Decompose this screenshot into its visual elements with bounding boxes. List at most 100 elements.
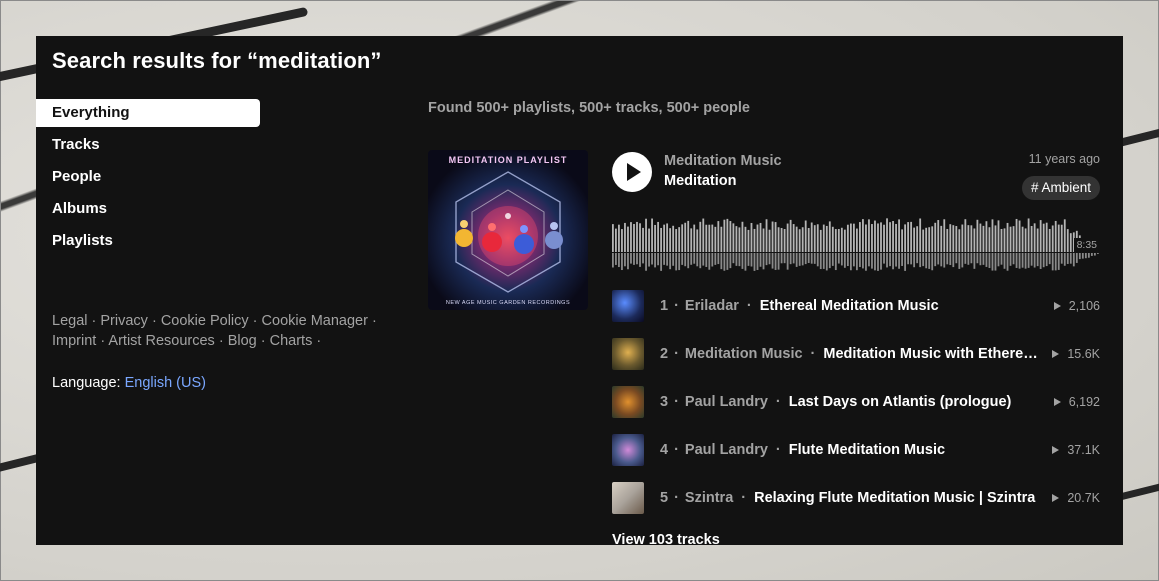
waveform-bar-reflection [892,253,894,270]
waveform-bar-reflection [1087,253,1090,258]
waveform-bar-reflection [979,253,982,266]
footer-link-charts[interactable]: Charts [270,333,313,349]
waveform-bar [687,220,690,252]
waveform-bar [723,219,726,252]
language-label: Language: [52,375,121,391]
waveform-bar-reflection [834,253,837,271]
playlist-title[interactable]: Meditation [664,173,737,189]
track-title[interactable]: Flute Meditation Music [789,442,1045,458]
footer-separator: · [312,333,322,349]
waveform-bar-reflection [660,253,663,271]
footer-link-cookie-policy[interactable]: Cookie Policy [161,313,249,329]
waveform-bar [979,223,982,252]
track-row[interactable]: 3 · Paul Landry · Last Days on Atlantis (p… [612,386,1100,418]
waveform-bar [789,219,792,252]
waveform-bar [988,227,991,252]
waveform-bar-reflection [645,253,647,271]
footer-link-artist-resources[interactable]: Artist Resources [108,333,214,349]
waveform-bar [1042,223,1045,252]
waveform-bar [705,224,708,252]
waveform-bar [985,221,988,252]
track-title[interactable]: Ethereal Meditation Music [760,298,1046,314]
footer-separator: · [214,333,228,349]
view-all-tracks-link[interactable]: View 103 tracks [612,532,720,545]
track-title[interactable]: Last Days on Atlantis (prologue) [789,394,1046,410]
waveform-bar-reflection [1036,253,1039,267]
waveform-bar-reflection [741,253,744,269]
waveform-bar [633,224,635,252]
nav-item-playlists[interactable]: Playlists [36,227,260,255]
play-count: 20.7K [1052,491,1100,505]
waveform-bar [786,223,789,252]
language-link[interactable]: English (US) [125,375,206,391]
footer-link-blog[interactable]: Blog [228,333,257,349]
waveform-bar-reflection [967,253,970,265]
track-list: 1 · Eriladar · Ethereal Meditation Music 2… [612,290,1100,530]
waveform[interactable] [612,208,1100,272]
waveform-bar-reflection [744,253,747,271]
track-thumbnail [612,482,644,514]
waveform-bar [759,222,762,252]
playlist-artwork[interactable]: MEDITATION PLAYLIST NEW AGE MUSIC GARDEN… [428,150,588,310]
play-button[interactable] [612,152,652,192]
waveform-bar-reflection [723,253,726,271]
waveform-bar-reflection [955,253,958,264]
track-row[interactable]: 1 · Eriladar · Ethereal Meditation Music 2… [612,290,1100,322]
waveform-bar-reflection [919,253,922,268]
waveform-bar [970,225,973,252]
waveform-bar [714,226,717,252]
track-artist[interactable]: Meditation Music [685,346,803,362]
waveform-bar [955,226,958,252]
results-summary: Found 500+ playlists, 500+ tracks, 500+ … [428,100,750,116]
waveform-bar [1045,222,1048,252]
track-row[interactable]: 4 · Paul Landry · Flute Meditation Music 3… [612,434,1100,466]
nav-item-people[interactable]: People [36,163,260,191]
waveform-bar [973,228,976,252]
waveform-bar [798,229,801,252]
waveform-bar [612,224,614,252]
waveform-bar-reflection [964,253,967,264]
track-title[interactable]: Relaxing Flute Meditation Music | Szintr… [754,490,1044,506]
footer-link-cookie-manager[interactable]: Cookie Manager [262,313,368,329]
waveform-bar [846,224,849,252]
waveform-bar-reflection [859,253,861,267]
waveform-bar [904,224,907,252]
playlist-artist[interactable]: Meditation Music [664,153,782,169]
footer-link-privacy[interactable]: Privacy [100,313,148,329]
waveform-bar [961,224,964,252]
waveform-bar-reflection [777,253,780,270]
waveform-bar [1063,219,1066,252]
waveform-bar [642,227,644,252]
nav-item-tracks[interactable]: Tracks [36,131,260,159]
track-row[interactable]: 5 · Szintra · Relaxing Flute Meditation Mu… [612,482,1100,514]
nav-item-everything[interactable]: Everything [36,99,260,127]
track-artist[interactable]: Paul Landry [685,442,768,458]
track-separator: · [775,442,781,458]
waveform-bar [940,225,943,252]
waveform-bar-reflection [798,253,801,266]
footer-link-imprint[interactable]: Imprint [52,333,96,349]
track-title[interactable]: Meditation Music with Ethereal Voices [823,346,1044,362]
waveform-bar-reflection [997,253,1000,267]
waveform-bar-reflection [928,253,931,269]
track-separator: · [674,490,679,506]
footer-link-legal[interactable]: Legal [52,313,87,329]
track-thumbnail [612,290,644,322]
waveform-bar-reflection [1003,253,1006,269]
track-artist[interactable]: Paul Landry [685,394,768,410]
track-artist[interactable]: Eriladar [685,298,739,314]
waveform-bar [699,221,702,252]
track-row[interactable]: 2 · Meditation Music · Meditation Music wi… [612,338,1100,370]
waveform-bar [1030,226,1033,252]
waveform-bar-reflection [1081,253,1084,259]
waveform-bar-reflection [958,253,961,269]
waveform-bar-reflection [880,253,882,270]
waveform-bar [889,222,891,252]
waveform-bar-reflection [889,253,891,267]
nav-item-albums[interactable]: Albums [36,195,260,223]
page-title: Search results for “meditation” [52,48,382,73]
search-filter-nav: Everything Tracks People Albums Playlist… [36,99,260,259]
waveform-bar-reflection [786,253,789,270]
genre-tag[interactable]: # Ambient [1021,176,1100,200]
track-artist[interactable]: Szintra [685,490,733,506]
